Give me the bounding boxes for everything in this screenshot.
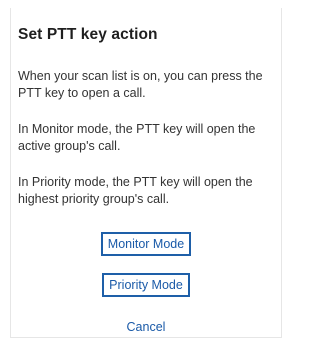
dialog-description-priority-mode: In Priority mode, the PTT key will open …: [18, 175, 253, 206]
dialog-description-monitor-mode: In Monitor mode, the PTT key will open t…: [18, 122, 256, 153]
priority-mode-button[interactable]: Priority Mode: [102, 273, 190, 297]
dialog-title: Set PTT key action: [18, 26, 158, 43]
cancel-button[interactable]: Cancel: [11, 320, 281, 334]
ptt-action-dialog: Set PTT key action When your scan list i…: [10, 8, 282, 338]
dialog-description-scan-list: When your scan list is on, you can press…: [18, 69, 263, 100]
monitor-mode-button[interactable]: Monitor Mode: [100, 232, 192, 256]
monitor-mode-row: Monitor Mode: [11, 232, 281, 256]
priority-mode-row: Priority Mode: [11, 273, 281, 297]
